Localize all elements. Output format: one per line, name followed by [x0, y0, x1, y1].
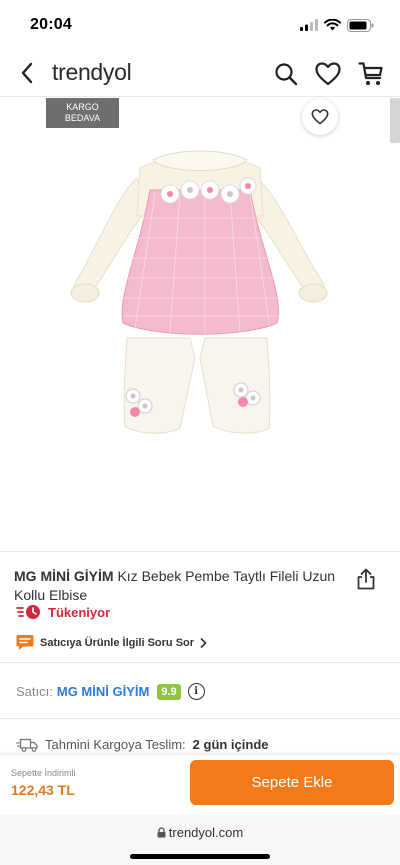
add-to-cart-bar: Sepette İndirimli 122,43 TL Sepete Ekle	[0, 755, 400, 815]
product-photo-illustration	[70, 150, 328, 434]
free-shipping-badge: KARGO BEDAVA	[46, 98, 119, 128]
back-button[interactable]	[14, 60, 40, 86]
chevron-left-icon	[21, 62, 33, 84]
search-icon	[275, 63, 298, 86]
product-gallery[interactable]: KARGO BEDAVA	[0, 98, 400, 551]
ask-seller-link[interactable]: Satıcıya Ürünle İlgili Soru Sor	[16, 634, 207, 651]
seller-label: Satıcı:	[16, 684, 53, 699]
status-icons	[300, 18, 374, 32]
add-to-favorites-button[interactable]	[302, 99, 338, 135]
product-brand[interactable]: MG MİNİ GİYİM	[14, 568, 114, 584]
heart-icon	[315, 62, 341, 86]
chevron-right-icon	[200, 637, 207, 648]
status-time: 20:04	[30, 16, 72, 33]
nav-bar: trendyol	[0, 50, 400, 97]
divider	[0, 662, 400, 663]
brand-logo[interactable]: trendyol	[52, 59, 132, 86]
divider	[0, 551, 400, 552]
home-indicator[interactable]	[130, 854, 270, 859]
price-value: 122,43 TL	[11, 782, 75, 798]
status-bar: 20:04	[0, 0, 400, 50]
url-text: trendyol.com	[168, 825, 244, 840]
scroll-indicator	[390, 98, 400, 143]
price-label: Sepette İndirimli	[11, 768, 76, 778]
truck-icon	[16, 738, 38, 752]
chat-bubble-icon	[16, 635, 34, 650]
delivery-label: Tahmini Kargoya Teslim:	[45, 737, 186, 752]
info-icon[interactable]: i	[187, 683, 205, 700]
share-button[interactable]	[356, 568, 378, 590]
stock-status: Tükeniyor	[16, 604, 110, 620]
cart-icon	[358, 62, 383, 85]
search-button[interactable]	[272, 60, 300, 88]
seller-name-link[interactable]: MG MİNİ GİYİM	[57, 684, 149, 699]
add-to-cart-button[interactable]: Sepete Ekle	[190, 760, 394, 805]
product-title: MG MİNİ GİYİM Kız Bebek Pembe Taytlı Fil…	[14, 567, 344, 605]
stock-status-text: Tükeniyor	[48, 604, 111, 620]
ask-seller-label: Satıcıya Ürünle İlgili Soru Sor	[40, 636, 195, 649]
seller-score-badge: 9.9	[157, 683, 181, 700]
divider	[0, 718, 400, 719]
seller-info: Satıcı: MG MİNİ GİYİM 9.9 i	[16, 683, 205, 700]
delivery-estimate: Tahmini Kargoya Teslim: 2 gün içinde	[16, 737, 269, 752]
battery-icon	[347, 18, 374, 32]
cellular-signal-icon	[300, 19, 318, 31]
badge-line-1: KARGO	[66, 102, 99, 112]
badge-line-2: BEDAVA	[64, 113, 101, 123]
lock-icon	[157, 827, 166, 838]
cart-button[interactable]	[357, 60, 385, 88]
browser-url-bar[interactable]: trendyol.com	[0, 815, 400, 865]
product-image[interactable]	[45, 98, 354, 551]
heart-icon	[311, 109, 329, 125]
delivery-value: 2 gün içinde	[192, 737, 269, 752]
url-display[interactable]: trendyol.com	[0, 825, 400, 840]
share-icon	[357, 568, 375, 590]
add-to-cart-label: Sepete Ekle	[251, 774, 333, 791]
favorites-button[interactable]	[314, 60, 342, 88]
low-stock-clock-icon	[16, 605, 40, 619]
wifi-icon	[324, 19, 341, 31]
